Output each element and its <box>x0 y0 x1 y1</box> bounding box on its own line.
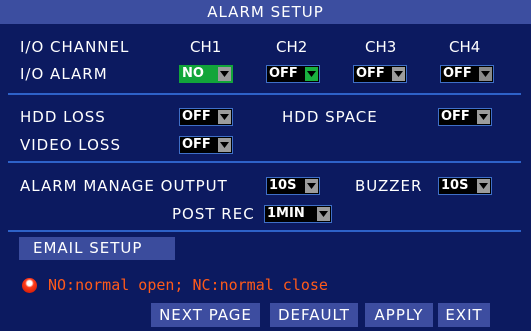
ch2-header: CH2 <box>276 38 308 56</box>
chevron-down-icon <box>218 138 231 152</box>
alarm-manage-output-label: ALARM MANAGE OUTPUT <box>20 177 228 195</box>
chevron-down-icon <box>218 110 231 124</box>
buzzer-label: BUZZER <box>355 177 423 195</box>
ch1-alarm-value: NO <box>182 66 204 81</box>
hdd-space-value: OFF <box>441 109 470 124</box>
buzzer-select[interactable]: 10S <box>438 177 492 195</box>
ch4-header: CH4 <box>449 38 481 56</box>
chevron-down-icon <box>305 67 318 81</box>
ch1-header: CH1 <box>190 38 222 56</box>
ch4-alarm-select[interactable]: OFF <box>440 65 494 83</box>
ch2-alarm-select[interactable]: OFF <box>266 65 320 83</box>
hdd-loss-value: OFF <box>182 109 211 124</box>
post-rec-label: POST REC <box>172 205 255 223</box>
post-rec-value: 1MIN <box>267 206 305 221</box>
io-alarm-label: I/O ALARM <box>20 65 108 83</box>
next-page-button[interactable]: NEXT PAGE <box>151 303 260 327</box>
ch2-alarm-value: OFF <box>269 66 298 81</box>
video-loss-select[interactable]: OFF <box>179 136 233 154</box>
exit-button[interactable]: EXIT <box>438 303 490 327</box>
alarm-output-value: 10S <box>269 178 297 193</box>
ch4-alarm-value: OFF <box>443 66 472 81</box>
ch3-header: CH3 <box>365 38 397 56</box>
email-setup-tab[interactable]: EMAIL SETUP <box>19 237 175 260</box>
hdd-space-select[interactable]: OFF <box>438 108 492 126</box>
red-dot-icon <box>22 278 37 293</box>
page-title: ALARM SETUP <box>0 0 531 24</box>
buzzer-value: 10S <box>441 178 469 193</box>
chevron-down-icon <box>477 110 490 124</box>
chevron-down-icon <box>477 179 490 193</box>
section-divider <box>8 93 521 95</box>
post-rec-select[interactable]: 1MIN <box>264 205 332 223</box>
hdd-loss-label: HDD LOSS <box>20 108 106 126</box>
hdd-space-label: HDD SPACE <box>282 108 378 126</box>
chevron-down-icon <box>317 207 330 221</box>
section-divider <box>8 161 521 163</box>
hdd-loss-select[interactable]: OFF <box>179 108 233 126</box>
ch3-alarm-value: OFF <box>356 66 385 81</box>
chevron-down-icon <box>305 179 318 193</box>
section-divider <box>8 230 521 232</box>
chevron-down-icon <box>479 67 492 81</box>
chevron-down-icon <box>392 67 405 81</box>
video-loss-value: OFF <box>182 137 211 152</box>
ch3-alarm-select[interactable]: OFF <box>353 65 407 83</box>
chevron-down-icon <box>218 67 231 81</box>
apply-button[interactable]: APPLY <box>365 303 433 327</box>
alarm-output-select[interactable]: 10S <box>266 177 320 195</box>
video-loss-label: VIDEO LOSS <box>20 136 121 154</box>
ch1-alarm-select[interactable]: NO <box>179 65 233 83</box>
default-button[interactable]: DEFAULT <box>270 303 358 327</box>
normal-open-close-note: NO:normal open; NC:normal close <box>48 276 328 294</box>
io-channel-label: I/O CHANNEL <box>20 38 130 56</box>
alarm-setup-screen: ALARM SETUP I/O CHANNEL CH1 CH2 CH3 CH4 … <box>0 0 531 331</box>
